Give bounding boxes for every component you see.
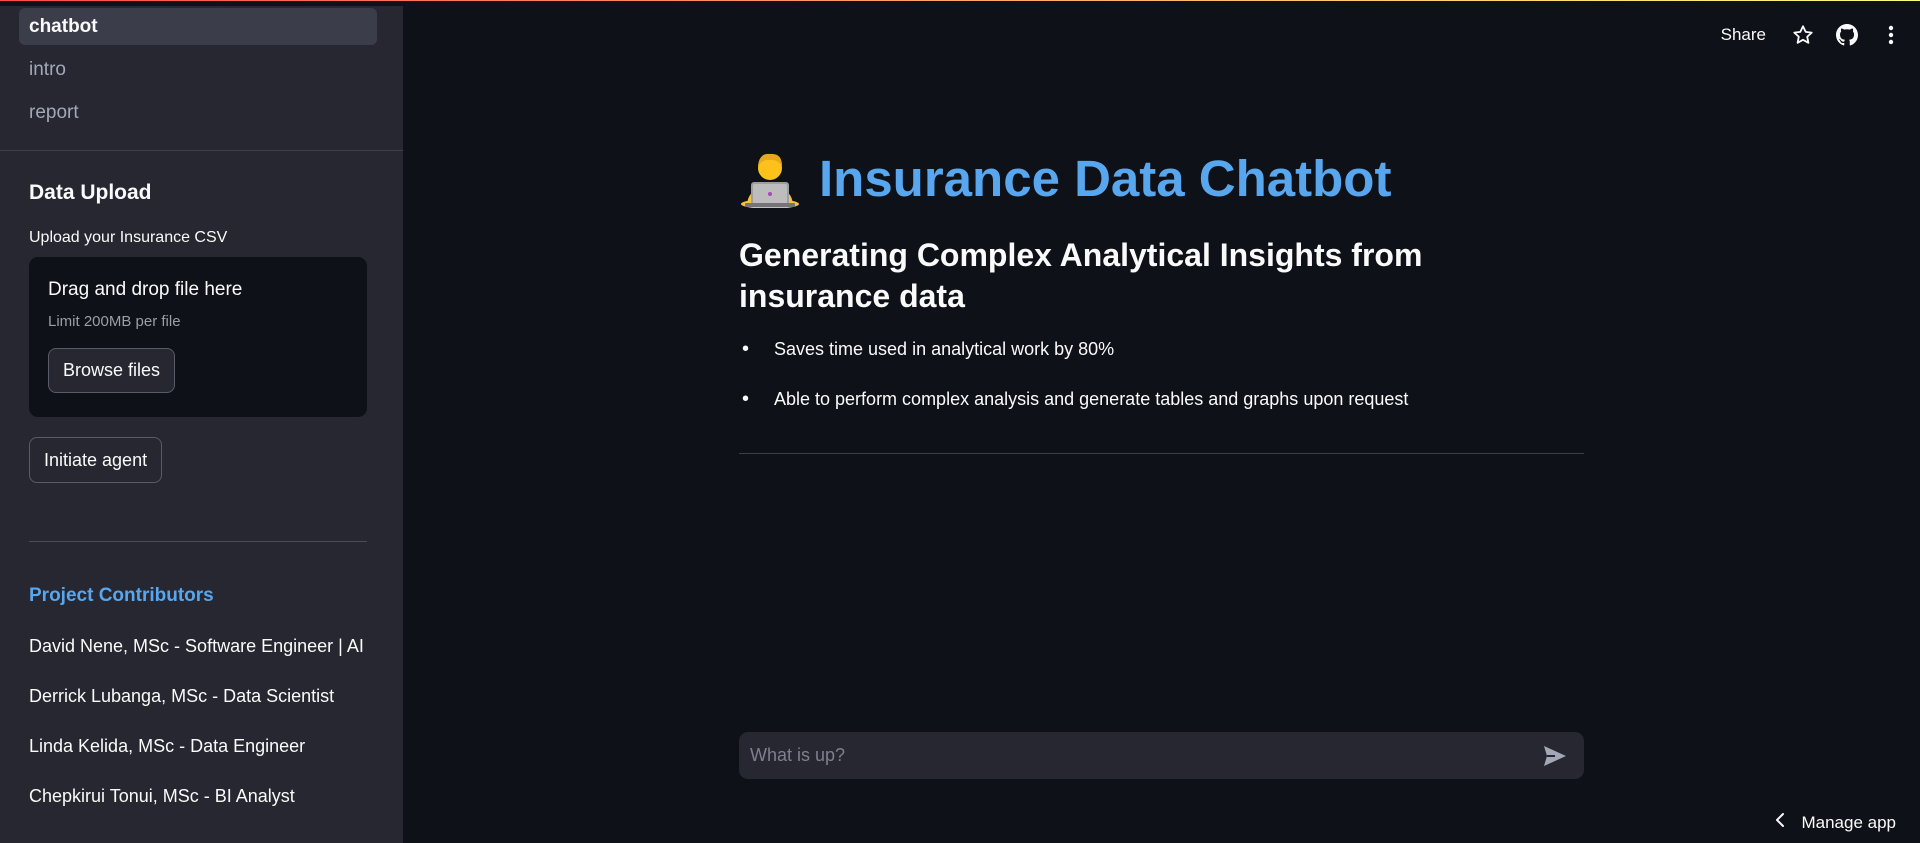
share-button[interactable]: Share [1721, 25, 1766, 45]
dropzone-limit: Limit 200MB per file [48, 313, 181, 330]
dropzone-title: Drag and drop file here [48, 279, 243, 300]
send-icon[interactable] [1540, 741, 1570, 771]
main-content: Insurance Data Chatbot Generating Comple… [739, 0, 1584, 454]
github-icon[interactable] [1834, 22, 1860, 48]
nav-item-chatbot[interactable]: chatbot [19, 8, 377, 45]
sidebar: chatbot intro report Data Upload Upload … [0, 0, 403, 843]
initiate-agent-button[interactable]: Initiate agent [29, 437, 163, 483]
top-decoration-bar [0, 0, 1920, 6]
chat-input[interactable] [739, 745, 1540, 766]
contributor-item: David Nene, MSc - Software Engineer | AI [29, 636, 364, 656]
contributor-item: Chepkirui Tonui, MSc - BI Analyst [29, 786, 295, 806]
contributors-title: Project Contributors [29, 585, 214, 606]
nav-item-intro[interactable]: intro [19, 51, 377, 88]
contributor-item: Derrick Lubanga, MSc - Data Scientist [29, 686, 335, 706]
manage-app-button[interactable]: Manage app [1775, 812, 1896, 833]
page-subtitle: Generating Complex Analytical Insights f… [739, 237, 1423, 314]
page-title-row: Insurance Data Chatbot [739, 148, 1584, 209]
sidebar-divider [29, 541, 367, 542]
sidebar-content: Data Upload Upload your Insurance CSV Dr… [0, 181, 403, 807]
page-title: Insurance Data Chatbot [819, 149, 1392, 207]
chat-input-container [739, 732, 1584, 779]
main-divider [739, 453, 1584, 454]
header-actions: Share [1721, 22, 1904, 48]
browse-files-button[interactable]: Browse files [48, 348, 176, 393]
star-icon[interactable] [1790, 22, 1816, 48]
data-upload-heading: Data Upload [29, 181, 152, 204]
file-dropzone[interactable]: Drag and drop file here Limit 200MB per … [29, 257, 367, 417]
technologist-emoji-icon [739, 148, 801, 209]
sidebar-nav: chatbot intro report [0, 0, 403, 131]
nav-divider [0, 150, 403, 151]
list-item: Able to perform complex analysis and gen… [739, 387, 1584, 411]
nav-item-report[interactable]: report [19, 94, 377, 131]
contributor-item: Linda Kelida, MSc - Data Engineer [29, 736, 306, 756]
upload-label: Upload your Insurance CSV [29, 229, 228, 246]
chevron-left-icon [1775, 812, 1785, 833]
more-vertical-icon[interactable] [1878, 22, 1904, 48]
feature-list: Saves time used in analytical work by 80… [739, 337, 1584, 411]
manage-app-label: Manage app [1801, 812, 1896, 832]
list-item: Saves time used in analytical work by 80… [739, 337, 1584, 361]
